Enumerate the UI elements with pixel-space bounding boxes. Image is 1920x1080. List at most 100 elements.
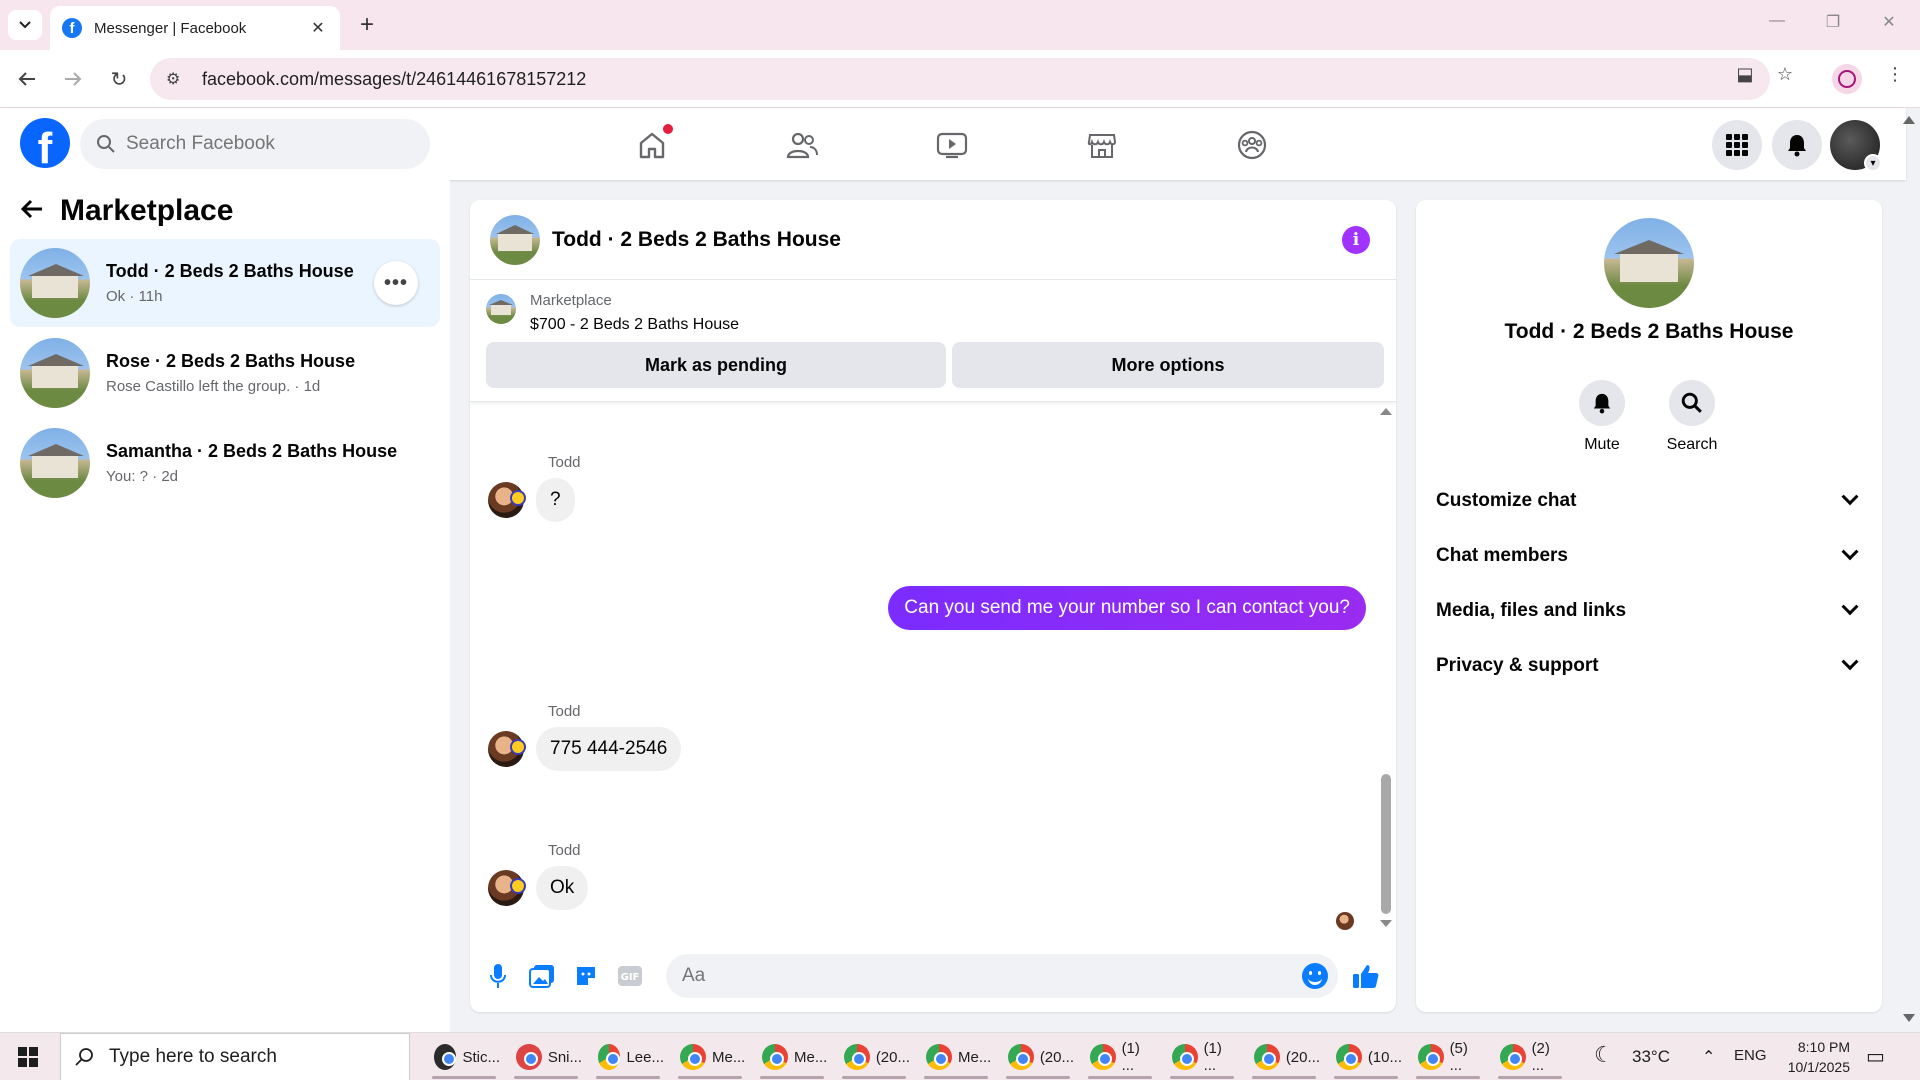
browser-menu-icon[interactable]: ⋮ <box>1880 64 1910 85</box>
new-tab-button[interactable]: + <box>352 10 382 40</box>
conversation-info-icon[interactable]: i <box>1342 226 1370 254</box>
message-bubble-incoming[interactable]: 775 444-2546 <box>536 727 682 771</box>
sender-avatar[interactable] <box>488 731 526 767</box>
browser-tab-active[interactable]: f Messenger | Facebook ✕ <box>50 6 340 50</box>
taskbar-app-chrome[interactable]: Lee... <box>592 1035 664 1079</box>
gif-icon[interactable]: GIF <box>616 962 644 990</box>
taskbar-app-chrome[interactable]: (20... <box>838 1035 910 1079</box>
nav-video-icon[interactable] <box>912 122 992 168</box>
conversation-panel: Todd · 2 Beds 2 Baths House i Marketplac… <box>470 200 1396 1012</box>
taskbar-app-chrome[interactable]: (10... <box>1330 1035 1402 1079</box>
facebook-search[interactable] <box>80 119 430 169</box>
search-action[interactable]: Search <box>1652 380 1732 454</box>
taskbar-app-chrome[interactable]: Me... <box>674 1035 746 1079</box>
browser-profile-icon[interactable] <box>1832 64 1862 94</box>
install-app-icon[interactable]: ⬓ <box>1730 64 1760 85</box>
page-scroll-up-icon[interactable] <box>1903 116 1915 124</box>
chat-members-section[interactable]: Chat members <box>1436 536 1862 576</box>
message-input[interactable] <box>682 965 1242 987</box>
chat-list-pane: Marketplace Todd · 2 Beds 2 Baths House … <box>0 180 450 1032</box>
chat-scrollbar-thumb[interactable] <box>1381 774 1391 914</box>
nav-friends-icon[interactable] <box>762 122 842 168</box>
message-bubble-outgoing[interactable]: Can you send me your number so I can con… <box>888 586 1366 630</box>
facebook-logo-icon[interactable]: f <box>20 118 70 168</box>
taskbar-app-snipping-tool[interactable]: Sni... <box>510 1035 582 1079</box>
taskbar-clock[interactable]: 8:10 PM 10/1/2025 <box>1760 1037 1850 1077</box>
windows-start-icon[interactable] <box>18 1047 38 1067</box>
notifications-bell-icon[interactable] <box>1772 120 1822 170</box>
nav-marketplace-icon[interactable] <box>1062 122 1142 168</box>
page-scroll-down-icon[interactable] <box>1903 1014 1915 1022</box>
chat-scroll-up-icon[interactable] <box>1380 408 1392 415</box>
restore-window-icon[interactable]: ❐ <box>1818 12 1848 32</box>
sender-avatar[interactable] <box>488 870 526 906</box>
home-notification-dot <box>663 124 673 134</box>
back-icon[interactable] <box>12 64 42 94</box>
chat-thread-samantha[interactable]: Samantha · 2 Beds 2 Baths House You: ? ·… <box>10 419 440 507</box>
notification-center-icon[interactable]: ▭ <box>1866 1044 1885 1069</box>
tab-title: Messenger | Facebook <box>94 19 247 37</box>
taskbar-search[interactable]: Type here to search <box>60 1033 410 1080</box>
facebook-search-input[interactable] <box>126 133 376 155</box>
forward-icon[interactable] <box>58 64 88 94</box>
message-bubble-incoming[interactable]: ? <box>536 478 575 522</box>
microphone-icon[interactable] <box>484 962 512 990</box>
chevron-down-icon <box>1841 653 1859 671</box>
like-thumbs-up-icon[interactable] <box>1352 962 1380 990</box>
taskbar-app-chrome[interactable]: (20... <box>1248 1035 1320 1079</box>
taskbar-app-chrome[interactable]: (2) ... <box>1494 1035 1566 1079</box>
mute-action[interactable]: Mute <box>1562 380 1642 454</box>
thread-name: Samantha · 2 Beds 2 Baths House <box>106 441 398 461</box>
sender-avatar[interactable] <box>488 482 526 518</box>
account-chevron-down-icon[interactable]: ▾ <box>1864 154 1882 172</box>
nav-groups-icon[interactable] <box>1212 122 1292 168</box>
show-hidden-icons-icon[interactable]: ⌃ <box>1702 1047 1715 1067</box>
taskbar-app-chrome[interactable]: (1) ... <box>1084 1035 1156 1079</box>
more-options-button[interactable]: More options <box>952 342 1384 388</box>
weather-moon-icon[interactable]: ☾ <box>1594 1042 1614 1068</box>
site-settings-icon[interactable]: ⚙ <box>166 69 188 89</box>
chat-thread-rose[interactable]: Rose · 2 Beds 2 Baths House Rose Castill… <box>10 329 440 417</box>
emoji-icon[interactable] <box>1302 963 1328 989</box>
listing-thumbnail[interactable] <box>486 294 516 324</box>
sticker-icon[interactable] <box>572 962 600 990</box>
conversation-header[interactable]: Todd · 2 Beds 2 Baths House i <box>470 200 1396 280</box>
marketplace-listing-bar: Marketplace $700 - 2 Beds 2 Baths House … <box>470 280 1396 402</box>
chat-scroll-down-icon[interactable] <box>1380 920 1392 927</box>
photo-icon[interactable] <box>528 962 556 990</box>
taskbar-app-chrome[interactable]: (20... <box>1002 1035 1074 1079</box>
taskbar-app-chrome[interactable]: (5) ... <box>1412 1035 1484 1079</box>
message-bubble-incoming[interactable]: Ok <box>536 866 589 910</box>
close-tab-icon[interactable]: ✕ <box>308 18 328 38</box>
address-bar[interactable]: ⚙ facebook.com/messages/t/24614461678157… <box>150 58 1770 100</box>
customize-chat-section[interactable]: Customize chat <box>1436 481 1862 521</box>
taskbar-app-sticky-notes[interactable]: Stic... <box>428 1035 500 1079</box>
message-input-box[interactable] <box>666 954 1338 998</box>
mark-as-pending-button[interactable]: Mark as pending <box>486 342 946 388</box>
seen-receipt-avatar <box>1336 912 1354 930</box>
clock-date: 10/1/2025 <box>1787 1059 1850 1075</box>
chevron-down-icon <box>1841 598 1859 616</box>
privacy-support-section[interactable]: Privacy & support <box>1436 646 1862 686</box>
menu-grid-icon[interactable] <box>1712 120 1762 170</box>
listing-title[interactable]: $700 - 2 Beds 2 Baths House <box>530 316 739 334</box>
minimize-window-icon[interactable]: — <box>1762 12 1792 30</box>
taskbar-app-chrome[interactable]: Me... <box>920 1035 992 1079</box>
bookmark-star-icon[interactable]: ☆ <box>1770 64 1800 85</box>
tab-search-button[interactable] <box>8 10 42 40</box>
search-in-chat-icon[interactable] <box>1669 380 1715 426</box>
close-window-icon[interactable]: ✕ <box>1874 12 1904 32</box>
taskbar-app-label: (2) ... <box>1531 1040 1550 1074</box>
mute-bell-icon[interactable] <box>1579 380 1625 426</box>
media-files-links-section[interactable]: Media, files and links <box>1436 591 1862 631</box>
thread-more-options-icon[interactable]: ••• <box>374 261 418 305</box>
reload-icon[interactable]: ↻ <box>104 64 134 94</box>
taskbar-app-chrome[interactable]: Me... <box>756 1035 828 1079</box>
taskbar-app-chrome[interactable]: (1) ... <box>1166 1035 1238 1079</box>
nav-home-icon[interactable] <box>612 122 692 168</box>
weather-temperature[interactable]: 33°C <box>1632 1047 1670 1067</box>
back-arrow-icon[interactable] <box>20 195 44 227</box>
account-avatar[interactable]: ▾ <box>1830 120 1882 172</box>
search-label: Search <box>1666 436 1718 453</box>
chat-thread-todd[interactable]: Todd · 2 Beds 2 Baths House Ok · 11h ••• <box>10 239 440 327</box>
